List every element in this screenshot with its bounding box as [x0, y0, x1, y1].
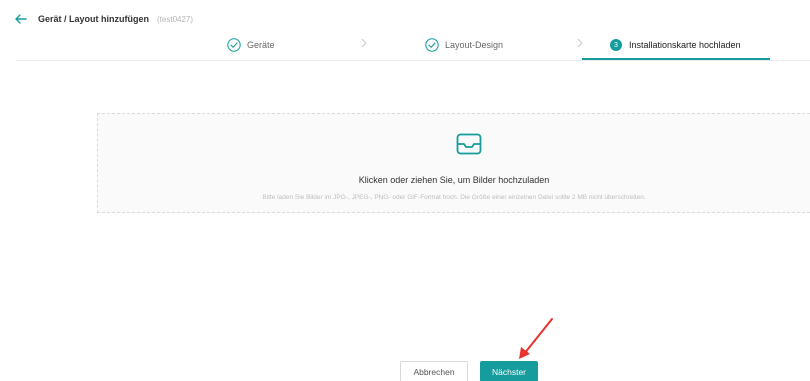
annotation-arrow-icon [519, 318, 553, 359]
inbox-icon [456, 133, 482, 155]
upload-dropzone[interactable]: Klicken oder ziehen Sie, um Bilder hochz… [97, 113, 810, 213]
page: Gerät / Layout hinzufügen (test0427) Ger… [0, 0, 810, 381]
upload-hint: Bitte laden Sie Bilder im JPG-, JPEG-, P… [262, 194, 646, 201]
step-devices[interactable]: Geräte [227, 35, 275, 55]
check-circle-icon [425, 38, 439, 52]
step-label: Installationskarte hochladen [629, 40, 741, 50]
steps-divider [16, 60, 810, 61]
chevron-right-icon [361, 38, 367, 48]
chevron-right-icon [577, 38, 583, 48]
upload-title: Klicken oder ziehen Sie, um Bilder hochz… [358, 175, 550, 185]
arrow-left-icon[interactable] [14, 12, 28, 26]
next-button[interactable]: Nächster [480, 361, 538, 381]
page-subtitle: (test0427) [157, 14, 194, 24]
step-number-badge: 3 [610, 39, 622, 51]
check-circle-icon [227, 38, 241, 52]
step-layout-design[interactable]: Layout-Design [425, 35, 503, 55]
page-title: Gerät / Layout hinzufügen [38, 14, 150, 24]
cancel-button[interactable]: Abbrechen [400, 361, 468, 381]
steps-bar: Geräte Layout-Design 3 Installationskart… [0, 32, 810, 62]
step-label: Layout-Design [445, 40, 504, 50]
step-label: Geräte [247, 40, 275, 50]
step-upload-map[interactable]: 3 Installationskarte hochladen [610, 35, 741, 55]
page-header: Gerät / Layout hinzufügen (test0427) [14, 10, 193, 28]
